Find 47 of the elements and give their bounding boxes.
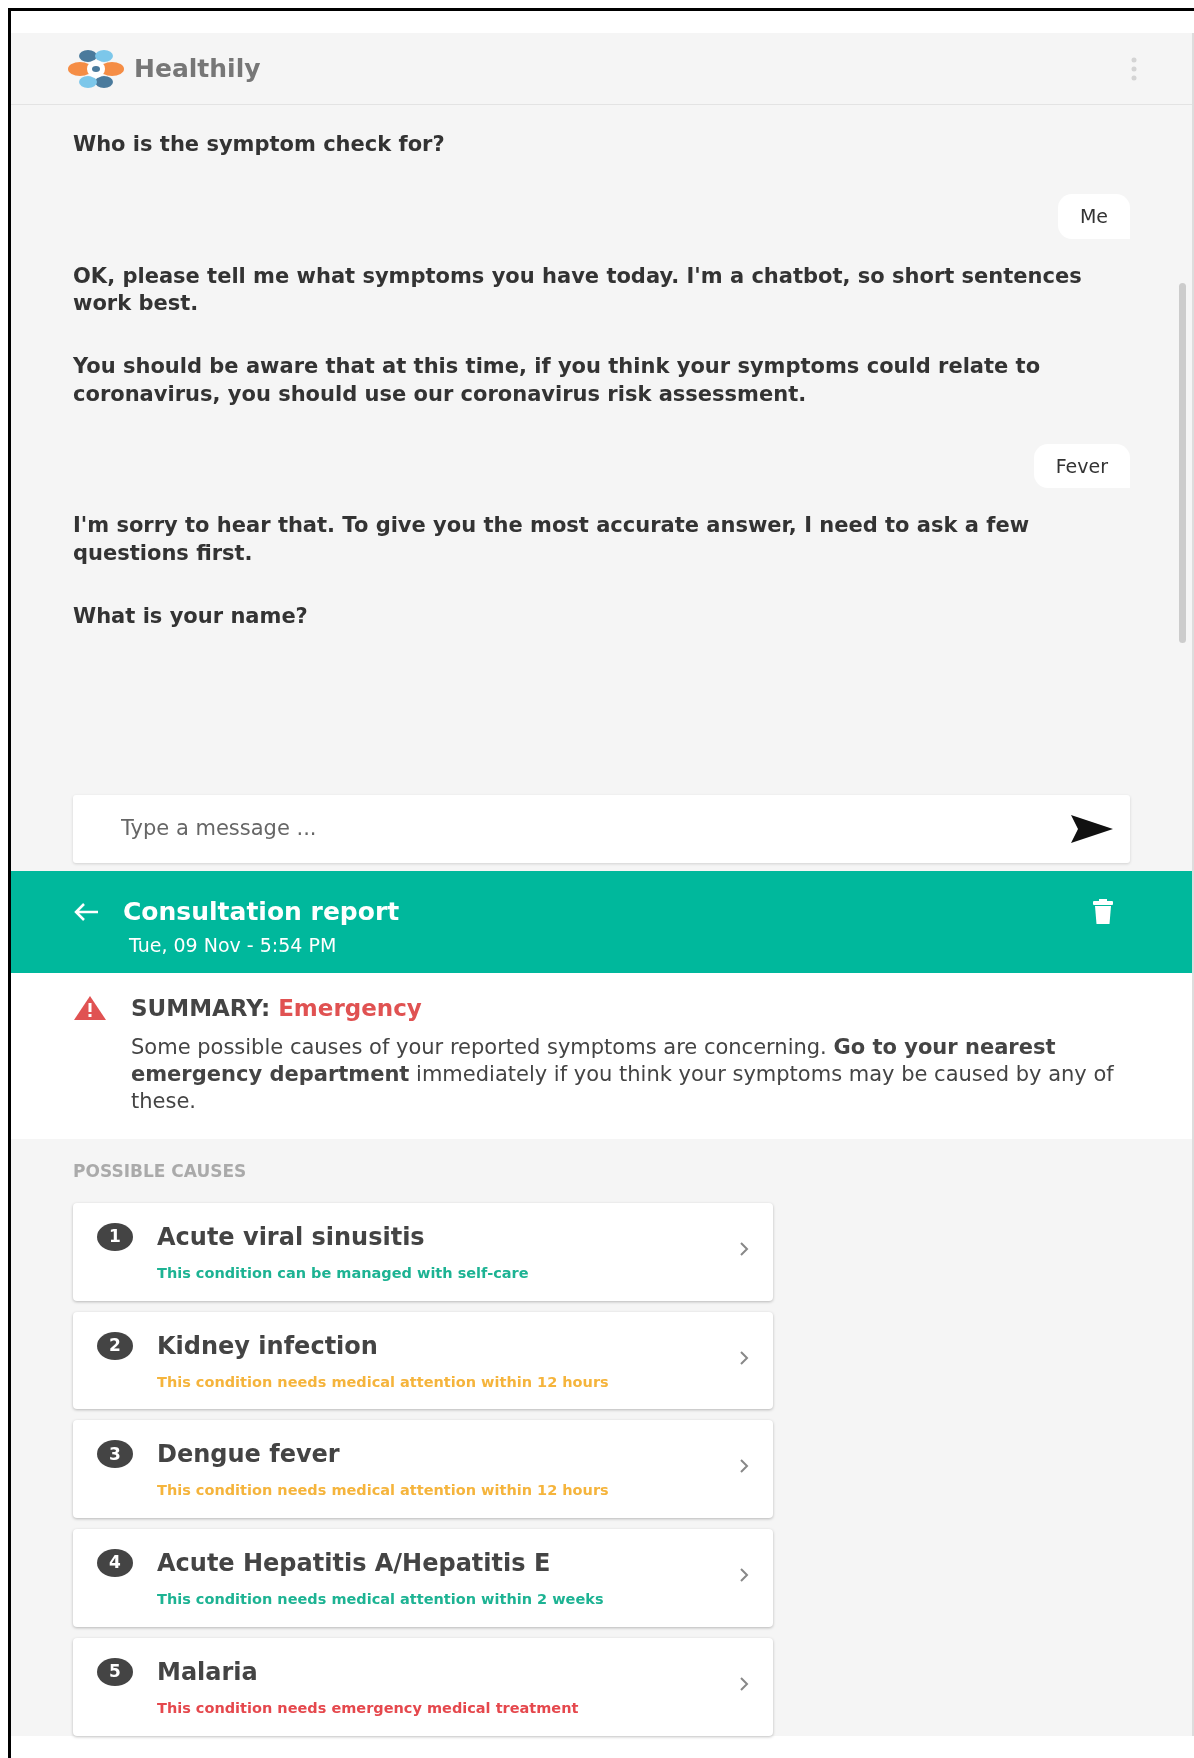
advice-text: This condition needs medical attention within 12 hours xyxy=(157,1372,610,1392)
message-input[interactable]: Type a message ... xyxy=(73,812,1070,846)
trash-icon[interactable] xyxy=(1092,898,1114,925)
cause-card[interactable]: 5 Malaria This condition needs emergency medical treatment xyxy=(73,1637,773,1736)
number-badge: 3 xyxy=(97,1440,133,1469)
summary-level: Emergency xyxy=(278,994,422,1023)
chevron-right-icon xyxy=(739,1458,749,1475)
chevron-right-icon xyxy=(739,1349,749,1366)
user-message: Me xyxy=(1057,194,1130,239)
bot-message: You should be aware that at this time, if you think your symptoms could relate to coronavirus, you should use our coronavirus risk assessment. xyxy=(73,353,1042,408)
send-icon[interactable] xyxy=(1070,814,1114,844)
cause-name: Acute viral sinusitis xyxy=(157,1221,426,1253)
advice-text: This condition needs medical attention within 12 hours xyxy=(157,1481,610,1501)
cause-name: Dengue fever xyxy=(157,1439,341,1471)
report-date: Tue, 09 Nov - 5:54 PM xyxy=(129,932,338,958)
cause-name: Acute Hepatitis A/Hepatitis E xyxy=(157,1548,552,1580)
warning-icon xyxy=(73,995,107,1021)
cause-card[interactable]: 2 Kidney infection This condition needs medical attention within 12 hours xyxy=(73,1311,773,1410)
advice-text: This condition can be managed with self-care xyxy=(157,1263,530,1283)
bot-message: I'm sorry to hear that. To give you the most accurate answer, I need to ask a few questions first. xyxy=(73,512,1031,567)
bot-message: OK, please tell me what symptoms you have today. I'm a chatbot, so short sentences work best. xyxy=(73,262,1083,318)
number-badge: 4 xyxy=(97,1549,133,1578)
brand-name: Healthily xyxy=(134,52,261,85)
report-title: Consultation report xyxy=(123,896,400,928)
more-menu-icon[interactable] xyxy=(1131,56,1137,81)
chevron-right-icon xyxy=(739,1567,749,1584)
bot-message: Who is the symptom check for? xyxy=(73,131,446,158)
cause-card[interactable]: 4 Acute Hepatitis A/Hepatitis E This condition needs medical attention within 2 weeks xyxy=(73,1529,773,1627)
advice-text: This condition needs medical attention within 2 weeks xyxy=(157,1590,605,1610)
advice-text: This condition needs emergency medical treatment xyxy=(157,1698,580,1718)
number-badge: 5 xyxy=(97,1657,133,1686)
number-badge: 1 xyxy=(97,1222,133,1251)
cause-name: Malaria xyxy=(157,1656,259,1688)
bot-message: What is your name? xyxy=(73,603,309,631)
summary-label: SUMMARY: xyxy=(131,994,271,1023)
summary-text: Some possible causes of your reported symptoms are concerning. Go to your nearest emergency department immediately if you think your symptoms may be caused by any of these. xyxy=(131,1033,1115,1116)
cause-name: Kidney infection xyxy=(157,1330,379,1362)
section-heading: POSSIBLE CAUSES xyxy=(73,1160,248,1184)
user-message: Fever xyxy=(1033,444,1130,489)
back-arrow-icon[interactable] xyxy=(73,901,99,922)
cause-card[interactable]: 1 Acute viral sinusitis This condition can be managed with self-care xyxy=(73,1202,773,1301)
number-badge: 2 xyxy=(97,1331,133,1360)
chevron-right-icon xyxy=(739,1240,749,1257)
chevron-right-icon xyxy=(739,1675,749,1692)
message-field[interactable]: Type a message ... xyxy=(73,795,1130,863)
cause-card[interactable]: 3 Dengue fever This condition needs medical attention within 12 hours xyxy=(73,1420,773,1519)
scrollbar-thumb[interactable] xyxy=(1179,283,1186,643)
